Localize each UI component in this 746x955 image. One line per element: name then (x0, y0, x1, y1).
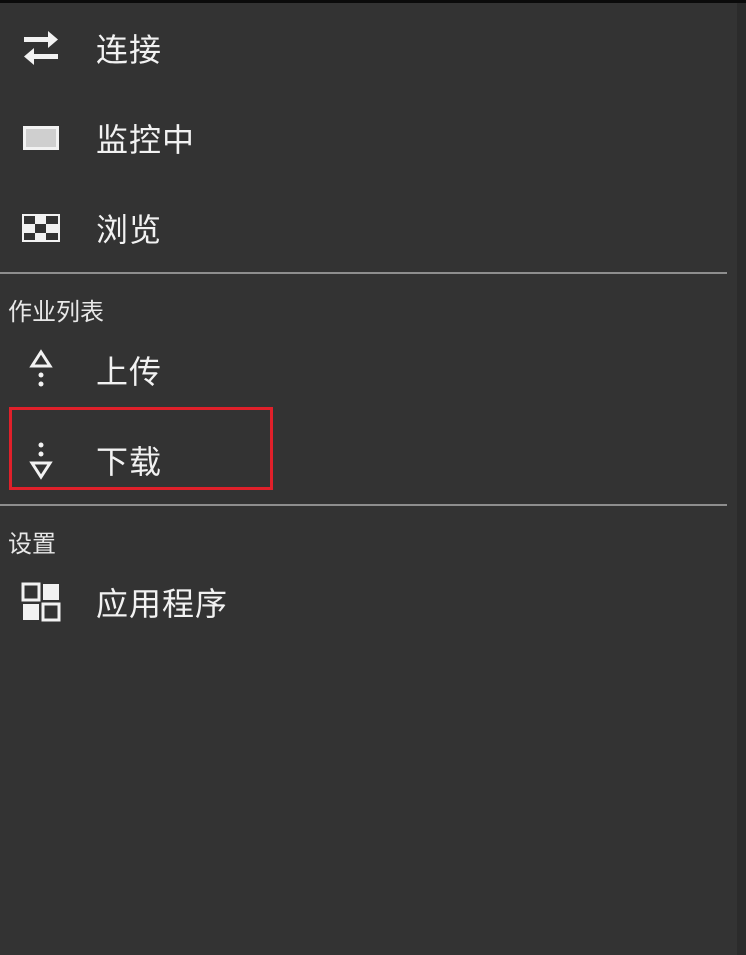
menu-item-application[interactable]: 应用程序 (0, 557, 727, 647)
section-title-jobs: 作业列表 (8, 298, 104, 326)
drawer-edge (737, 3, 746, 955)
divider (0, 504, 727, 506)
app-grid-icon (20, 581, 62, 623)
menu-item-upload[interactable]: 上传 (0, 325, 727, 415)
connect-arrows-icon (20, 27, 62, 69)
menu-item-browse[interactable]: 浏览 (0, 183, 727, 273)
menu-item-label: 连接 (96, 31, 163, 69)
upload-icon (20, 349, 62, 391)
menu-item-connect[interactable]: 连接 (0, 3, 727, 93)
checkerboard-icon (20, 207, 62, 249)
menu-item-label: 上传 (96, 353, 163, 391)
menu-item-label: 浏览 (96, 211, 163, 249)
menu-item-label: 监控中 (96, 121, 196, 159)
section-title-settings: 设置 (8, 530, 56, 558)
menu-item-label: 应用程序 (96, 585, 229, 623)
monitor-icon (20, 117, 62, 159)
selection-highlight (9, 407, 273, 490)
divider (0, 272, 727, 274)
menu-item-monitoring[interactable]: 监控中 (0, 93, 727, 183)
